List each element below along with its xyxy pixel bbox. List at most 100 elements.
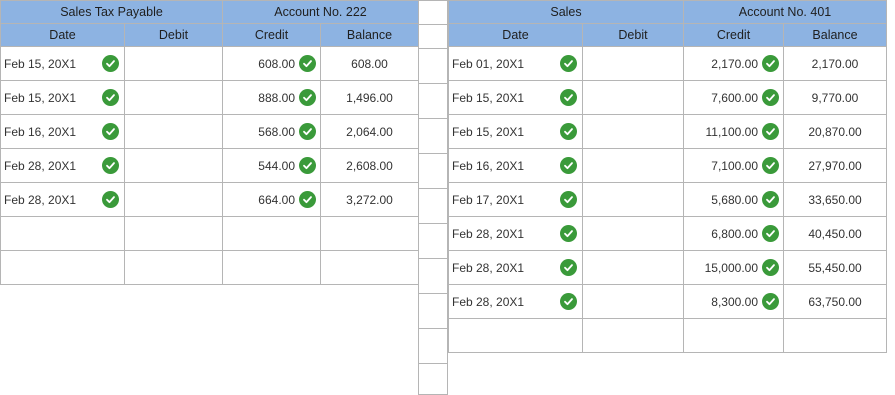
ledger-row: Feb 15, 20X1 11,100.00 20,870.00 [448, 114, 888, 149]
debit-cell[interactable] [124, 114, 223, 149]
debit-cell[interactable] [582, 318, 684, 353]
check-circle-icon [102, 55, 119, 72]
credit-cell[interactable]: 15,000.00 [683, 250, 784, 285]
debit-cell[interactable] [582, 284, 684, 319]
credit-cell[interactable]: 8,300.00 [683, 284, 784, 319]
spacer-cell [418, 188, 448, 224]
credit-cell[interactable]: 888.00 [222, 80, 321, 115]
balance-cell: 3,272.00 [319, 182, 420, 217]
spacer-cell [418, 0, 448, 25]
date-cell[interactable]: Feb 15, 20X1 [0, 80, 125, 115]
balance-cell: 2,064.00 [319, 114, 420, 149]
debit-cell[interactable] [124, 216, 223, 251]
debit-cell[interactable] [124, 148, 223, 183]
credit-cell[interactable] [222, 250, 321, 285]
balance-cell: 608.00 [319, 46, 420, 81]
debit-cell[interactable] [582, 148, 684, 183]
date-cell[interactable]: Feb 28, 20X1 [448, 216, 583, 251]
date-cell[interactable]: Feb 28, 20X1 [0, 182, 125, 217]
credit-cell[interactable]: 664.00 [222, 182, 321, 217]
date-cell[interactable]: Feb 28, 20X1 [448, 250, 583, 285]
date-value: Feb 16, 20X1 [4, 124, 77, 139]
credit-cell[interactable]: 6,800.00 [683, 216, 784, 251]
credit-cell[interactable] [222, 216, 321, 251]
credit-cell[interactable]: 2,170.00 [683, 46, 784, 81]
check-circle-icon [102, 123, 119, 140]
balance-value: 63,750.00 [808, 294, 862, 309]
debit-cell[interactable] [582, 114, 684, 149]
credit-cell[interactable]: 544.00 [222, 148, 321, 183]
debit-cell[interactable] [582, 80, 684, 115]
balance-value: 9,770.00 [811, 90, 859, 105]
balance-value: 55,450.00 [808, 260, 862, 275]
date-cell[interactable]: Feb 16, 20X1 [0, 114, 125, 149]
date-cell[interactable]: Feb 15, 20X1 [448, 114, 583, 149]
credit-cell[interactable]: 568.00 [222, 114, 321, 149]
balance-cell: 27,970.00 [782, 148, 888, 183]
check-circle-icon [102, 89, 119, 106]
check-circle-icon [762, 191, 779, 208]
date-cell[interactable] [0, 250, 125, 285]
check-circle-icon [299, 157, 316, 174]
date-header: Date [448, 23, 583, 47]
check-circle-icon [299, 191, 316, 208]
spacer-cell [418, 328, 448, 364]
debit-header: Debit [582, 23, 684, 47]
date-cell[interactable] [448, 318, 583, 353]
debit-cell[interactable] [582, 250, 684, 285]
balance-cell: 2,170.00 [782, 46, 888, 81]
date-cell[interactable]: Feb 17, 20X1 [448, 182, 583, 217]
sales-tax-payable-ledger: Sales Tax Payable Account No. 222 Date D… [0, 0, 420, 285]
ledger-row: Feb 28, 20X1 8,300.00 63,750.00 [448, 284, 888, 319]
ledger-row: Feb 28, 20X1 664.00 3,272.00 [0, 182, 420, 217]
credit-value: 15,000.00 [704, 260, 758, 275]
date-cell[interactable]: Feb 28, 20X1 [448, 284, 583, 319]
debit-cell[interactable] [582, 216, 684, 251]
date-cell[interactable] [0, 216, 125, 251]
date-cell[interactable]: Feb 15, 20X1 [448, 80, 583, 115]
date-value: Feb 15, 20X1 [4, 56, 77, 71]
credit-cell[interactable]: 11,100.00 [683, 114, 784, 149]
date-cell[interactable]: Feb 16, 20X1 [448, 148, 583, 183]
spacer-cell [418, 48, 448, 84]
date-value: Feb 16, 20X1 [452, 158, 525, 173]
balance-cell: 40,450.00 [782, 216, 888, 251]
date-cell[interactable]: Feb 15, 20X1 [0, 46, 125, 81]
ledger-row: Feb 16, 20X1 568.00 2,064.00 [0, 114, 420, 149]
credit-cell[interactable]: 5,680.00 [683, 182, 784, 217]
balance-cell: 33,650.00 [782, 182, 888, 217]
spacer-cell [418, 24, 448, 49]
debit-cell[interactable] [582, 46, 684, 81]
date-cell[interactable]: Feb 28, 20X1 [0, 148, 125, 183]
balance-value: 2,064.00 [346, 124, 393, 139]
credit-cell[interactable]: 608.00 [222, 46, 321, 81]
spacer-cell [418, 223, 448, 259]
balance-cell [319, 216, 420, 251]
debit-cell[interactable] [124, 46, 223, 81]
debit-cell[interactable] [124, 182, 223, 217]
debit-cell[interactable] [124, 80, 223, 115]
check-circle-icon [560, 55, 577, 72]
credit-cell[interactable]: 7,100.00 [683, 148, 784, 183]
credit-value: 11,100.00 [705, 124, 759, 139]
check-circle-icon [762, 259, 779, 276]
debit-cell[interactable] [124, 250, 223, 285]
credit-cell[interactable]: 7,600.00 [683, 80, 784, 115]
credit-value: 568.00 [258, 124, 295, 139]
ledger-row: Feb 28, 20X1 544.00 2,608.00 [0, 148, 420, 183]
check-circle-icon [102, 191, 119, 208]
credit-cell[interactable] [683, 318, 784, 353]
credit-value: 2,170.00 [711, 56, 758, 71]
debit-cell[interactable] [582, 182, 684, 217]
sales-ledger: Sales Account No. 401 Date Debit Credit … [448, 0, 888, 353]
credit-value: 544.00 [258, 158, 295, 173]
credit-value: 5,680.00 [711, 192, 758, 207]
spacer-cell [418, 293, 448, 329]
account-title: Sales Tax Payable [0, 0, 223, 24]
ledger-row [0, 250, 420, 285]
check-circle-icon [762, 55, 779, 72]
check-circle-icon [762, 293, 779, 310]
account-number: Account No. 222 [221, 0, 420, 24]
balance-value: 3,272.00 [346, 192, 393, 207]
date-cell[interactable]: Feb 01, 20X1 [448, 46, 583, 81]
